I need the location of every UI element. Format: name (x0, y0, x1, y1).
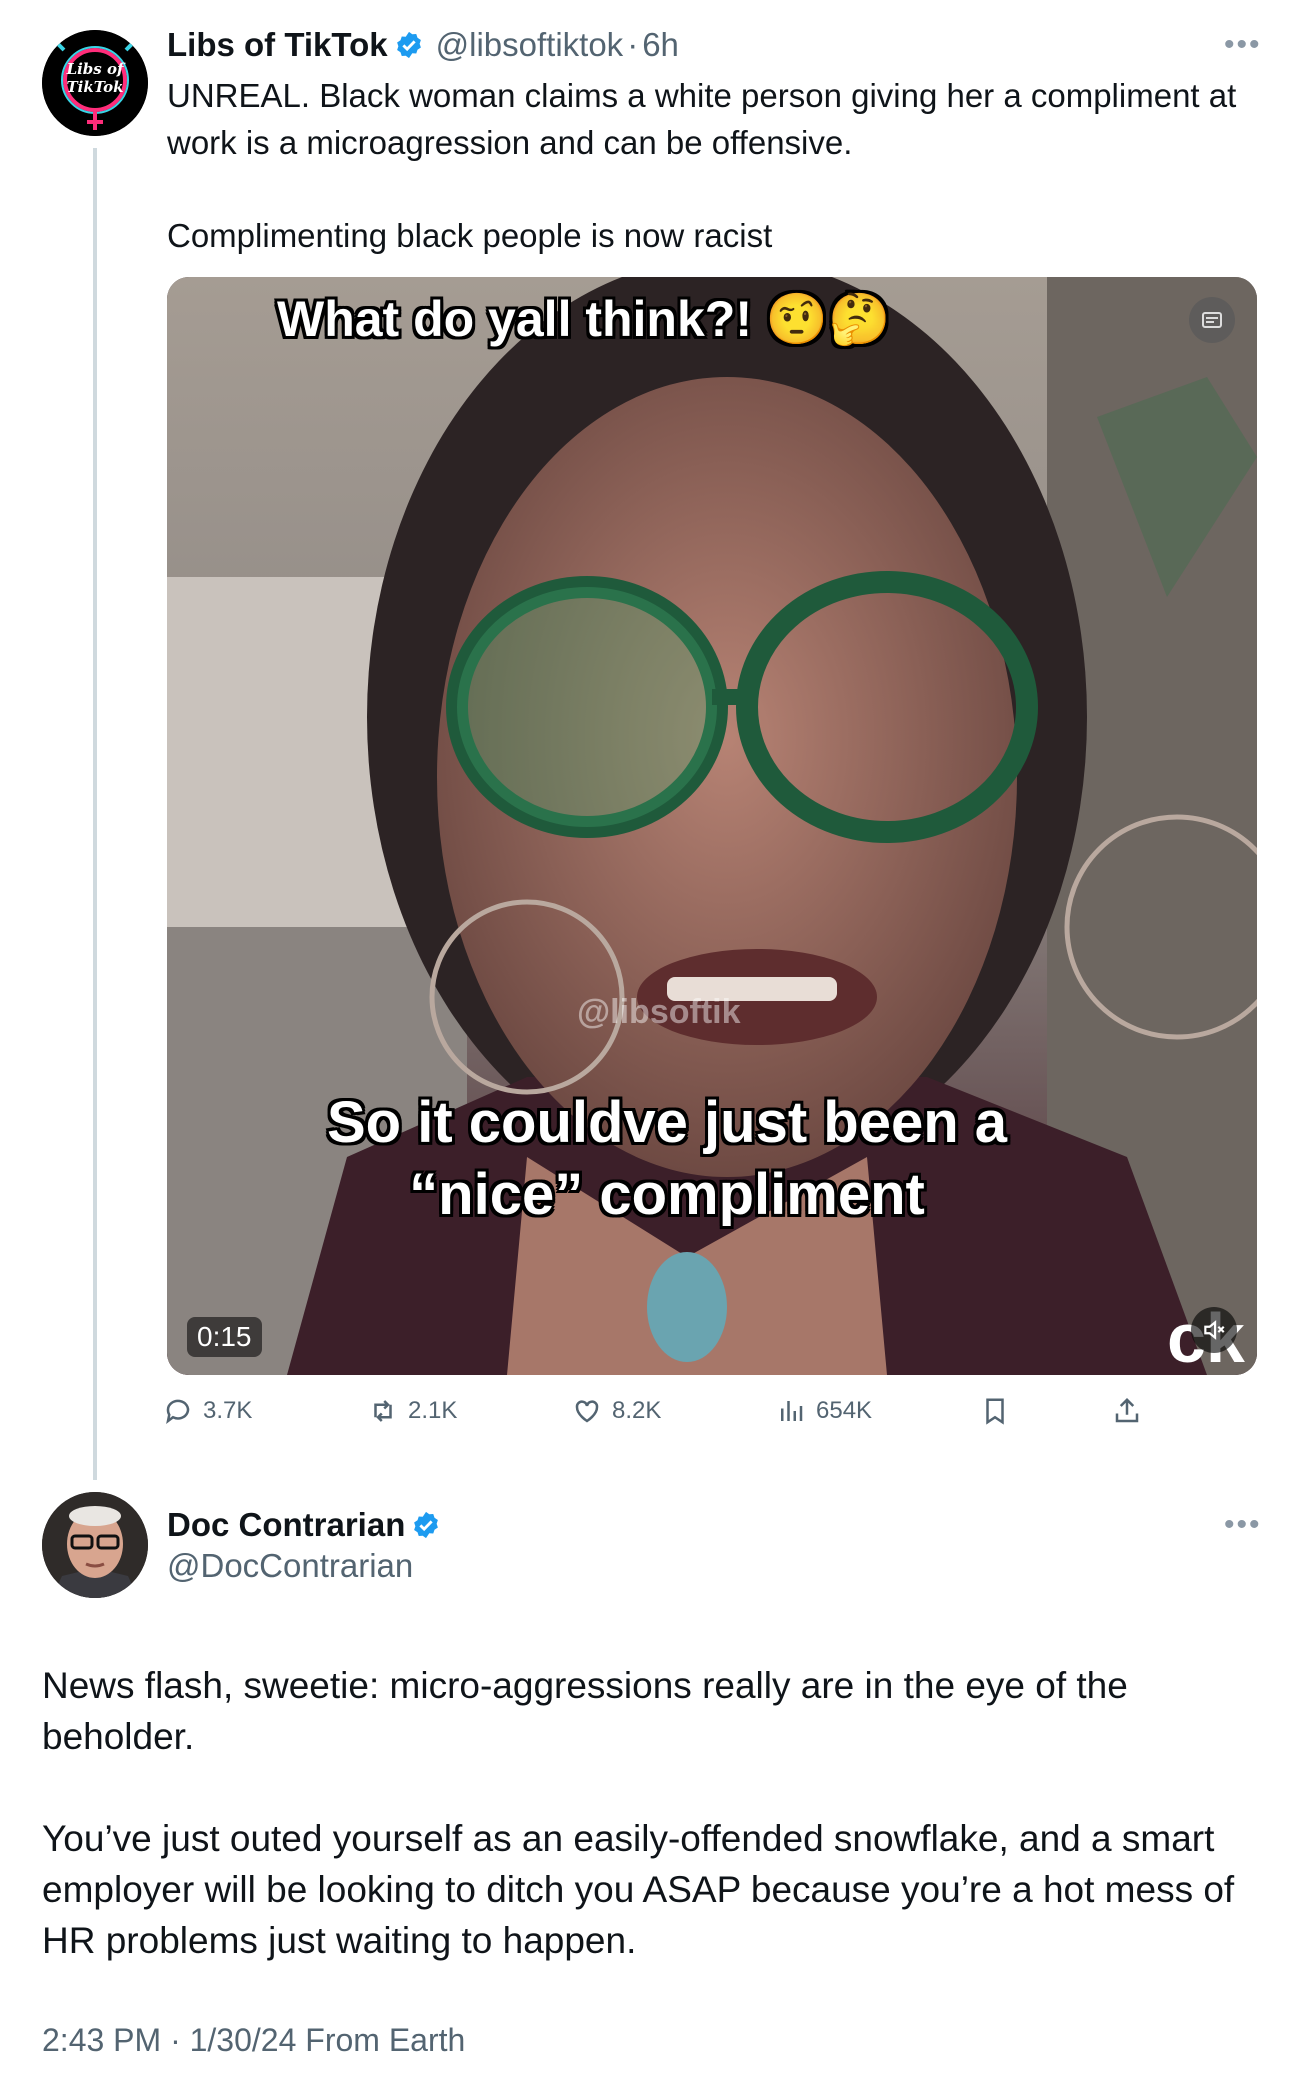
views-icon (781, 1401, 803, 1421)
like-icon (575, 1400, 599, 1423)
reply-text: News flash, sweetie: micro-aggressions r… (42, 1660, 1262, 1966)
separator-dot: · (627, 26, 639, 63)
verified-badge-icon (396, 31, 421, 59)
post-header: Libs of TikTok @libsoftiktok · 6h (167, 22, 679, 68)
reply-author-name[interactable]: Doc Contrarian (167, 1506, 405, 1544)
more-icon[interactable]: ••• (1224, 1508, 1262, 1542)
like-button[interactable]: 8.2K (572, 1396, 661, 1426)
views-button[interactable]: 654K (776, 1396, 872, 1426)
like-count: 8.2K (612, 1397, 662, 1424)
avatar-libsoftiktok[interactable]: Libs of TikTok (42, 30, 148, 136)
post-text: UNREAL. Black woman claims a white perso… (167, 72, 1257, 259)
share-icon (1115, 1397, 1139, 1423)
profile-photo-image (42, 1492, 148, 1598)
avatar-text-line2: TikTok (66, 78, 124, 96)
reply-author-handle[interactable]: @DocContrarian (167, 1547, 413, 1585)
video-caption-bottom: So it couldve just been a “nice” complim… (227, 1087, 1107, 1231)
post-text-para1: UNREAL. Black woman claims a white perso… (167, 77, 1237, 161)
bookmark-icon (986, 1398, 1004, 1425)
avatar-doccontrarian[interactable] (42, 1492, 148, 1598)
video-caption-top: What do yall think?! 🤨🤔 (277, 291, 891, 347)
author-name[interactable]: Libs of TikTok (167, 26, 388, 64)
verified-badge-icon (414, 1511, 439, 1539)
repost-button[interactable]: 2.1K (368, 1396, 457, 1426)
reply-text-para1: News flash, sweetie: micro-aggressions r… (42, 1665, 1128, 1757)
reply-text-para2: You’ve just outed yourself as an easily-… (42, 1818, 1235, 1961)
avatar-text-line1: Libs of (66, 60, 124, 78)
video-watermark: @libsoftik (577, 993, 741, 1031)
video-caption-line1: So it couldve just been a (326, 1090, 1008, 1155)
reply-header: Doc Contrarian (167, 1502, 441, 1548)
bookmark-button[interactable] (980, 1396, 1010, 1426)
post-time[interactable]: 6h (642, 26, 679, 64)
share-button[interactable] (1112, 1396, 1142, 1426)
video-player[interactable]: ck What do yall think?! 🤨🤔 @libsoftik So… (167, 277, 1257, 1375)
reply-count: 3.7K (203, 1397, 253, 1424)
reply-timestamp[interactable]: 2:43 PM · 1/30/24 From Earth (42, 2022, 465, 2059)
repost-icon (374, 1400, 392, 1422)
reply-icon (166, 1399, 190, 1424)
reply-button[interactable]: 3.7K (163, 1396, 252, 1426)
repost-count: 2.1K (408, 1397, 458, 1424)
video-duration: 0:15 (187, 1317, 262, 1357)
post-text-para2: Complimenting black people is now racist (167, 217, 773, 254)
views-count: 654K (816, 1397, 873, 1424)
author-handle[interactable]: @libsoftiktok (436, 26, 624, 64)
alt-badge-icon[interactable] (1189, 297, 1235, 343)
more-icon[interactable]: ••• (1224, 28, 1262, 62)
video-caption-line2: “nice” compliment (409, 1162, 925, 1227)
thread-line (93, 148, 97, 1480)
mute-icon[interactable] (1191, 1307, 1237, 1353)
